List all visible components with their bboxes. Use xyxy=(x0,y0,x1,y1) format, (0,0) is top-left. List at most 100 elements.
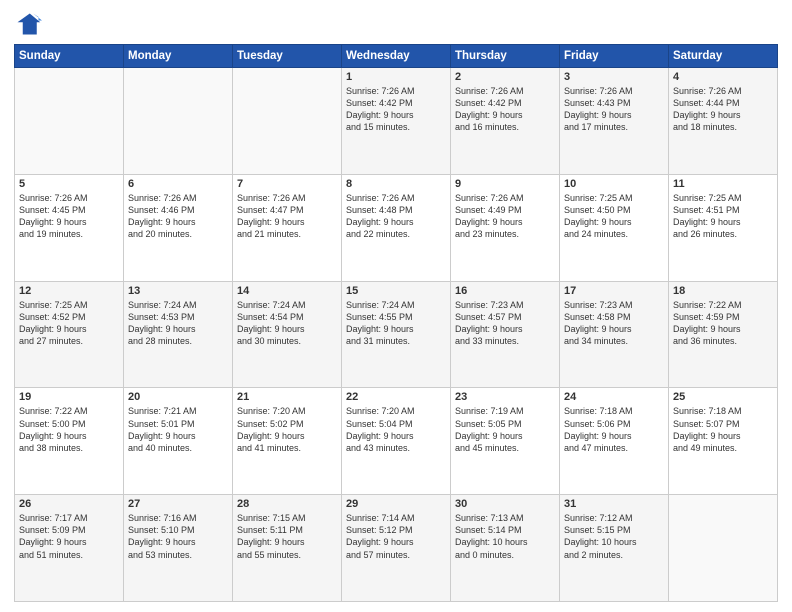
day-number: 10 xyxy=(564,178,664,190)
calendar-cell: 6 Sunrise: 7:26 AM Sunset: 4:46 PM Daylig… xyxy=(124,174,233,281)
day-number: 28 xyxy=(237,498,337,510)
day-info: Sunrise: 7:14 AM Sunset: 5:12 PM Dayligh… xyxy=(346,512,446,561)
day-number: 13 xyxy=(128,285,228,297)
calendar-header: SundayMondayTuesdayWednesdayThursdayFrid… xyxy=(15,45,778,68)
header xyxy=(14,10,778,38)
day-number: 19 xyxy=(19,391,119,403)
calendar-cell: 19Sunrise: 7:22 AM Sunset: 5:00 PM Dayli… xyxy=(15,388,124,495)
day-info: Sunrise: 7:26 AM Sunset: 4:46 PM Dayligh… xyxy=(128,192,228,241)
day-number: 3 xyxy=(564,71,664,83)
day-number: 26 xyxy=(19,498,119,510)
calendar-cell: 24Sunrise: 7:18 AM Sunset: 5:06 PM Dayli… xyxy=(560,388,669,495)
calendar-table: SundayMondayTuesdayWednesdayThursdayFrid… xyxy=(14,44,778,602)
calendar-cell: 20 Sunrise: 7:21 AM Sunset: 5:01 PM Dayli… xyxy=(124,388,233,495)
calendar-cell: 21 Sunrise: 7:20 AM Sunset: 5:02 PM Dayli… xyxy=(233,388,342,495)
day-number: 22 xyxy=(346,391,446,403)
day-info: Sunrise: 7:12 AM Sunset: 5:15 PM Dayligh… xyxy=(564,512,664,561)
calendar-cell: 31Sunrise: 7:12 AM Sunset: 5:15 PM Dayli… xyxy=(560,495,669,602)
calendar-cell: 7Sunrise: 7:26 AM Sunset: 4:47 PM Daylig… xyxy=(233,174,342,281)
day-number: 9 xyxy=(455,178,555,190)
calendar-cell: 29 Sunrise: 7:14 AM Sunset: 5:12 PM Dayli… xyxy=(342,495,451,602)
calendar-cell: 17 Sunrise: 7:23 AM Sunset: 4:58 PM Dayli… xyxy=(560,281,669,388)
day-info: Sunrise: 7:26 AM Sunset: 4:42 PM Dayligh… xyxy=(455,85,555,134)
day-info: Sunrise: 7:26 AM Sunset: 4:43 PM Dayligh… xyxy=(564,85,664,134)
day-number: 14 xyxy=(237,285,337,297)
day-number: 23 xyxy=(455,391,555,403)
day-info: Sunrise: 7:26 AM Sunset: 4:44 PM Dayligh… xyxy=(673,85,773,134)
calendar-cell: 23 Sunrise: 7:19 AM Sunset: 5:05 PM Dayli… xyxy=(451,388,560,495)
day-info: Sunrise: 7:26 AM Sunset: 4:42 PM Dayligh… xyxy=(346,85,446,134)
calendar-cell: 11 Sunrise: 7:25 AM Sunset: 4:51 PM Dayli… xyxy=(669,174,778,281)
logo-icon xyxy=(14,10,42,38)
weekday-header-saturday: Saturday xyxy=(669,45,778,68)
day-info: Sunrise: 7:17 AM Sunset: 5:09 PM Dayligh… xyxy=(19,512,119,561)
calendar-week-2: 5Sunrise: 7:26 AM Sunset: 4:45 PM Daylig… xyxy=(15,174,778,281)
calendar-body: 1Sunrise: 7:26 AM Sunset: 4:42 PM Daylig… xyxy=(15,68,778,602)
day-number: 6 xyxy=(128,178,228,190)
weekday-header-row: SundayMondayTuesdayWednesdayThursdayFrid… xyxy=(15,45,778,68)
weekday-header-wednesday: Wednesday xyxy=(342,45,451,68)
calendar-cell: 8 Sunrise: 7:26 AM Sunset: 4:48 PM Daylig… xyxy=(342,174,451,281)
calendar-cell: 4 Sunrise: 7:26 AM Sunset: 4:44 PM Daylig… xyxy=(669,68,778,175)
calendar-week-5: 26 Sunrise: 7:17 AM Sunset: 5:09 PM Dayli… xyxy=(15,495,778,602)
weekday-header-friday: Friday xyxy=(560,45,669,68)
day-info: Sunrise: 7:25 AM Sunset: 4:51 PM Dayligh… xyxy=(673,192,773,241)
day-info: Sunrise: 7:22 AM Sunset: 4:59 PM Dayligh… xyxy=(673,299,773,348)
day-number: 20 xyxy=(128,391,228,403)
calendar-cell: 14 Sunrise: 7:24 AM Sunset: 4:54 PM Dayli… xyxy=(233,281,342,388)
calendar-cell: 9 Sunrise: 7:26 AM Sunset: 4:49 PM Daylig… xyxy=(451,174,560,281)
calendar-cell: 16 Sunrise: 7:23 AM Sunset: 4:57 PM Dayli… xyxy=(451,281,560,388)
page: SundayMondayTuesdayWednesdayThursdayFrid… xyxy=(0,0,792,612)
calendar-cell: 2 Sunrise: 7:26 AM Sunset: 4:42 PM Daylig… xyxy=(451,68,560,175)
calendar-week-3: 12 Sunrise: 7:25 AM Sunset: 4:52 PM Dayli… xyxy=(15,281,778,388)
day-number: 30 xyxy=(455,498,555,510)
day-number: 18 xyxy=(673,285,773,297)
day-info: Sunrise: 7:24 AM Sunset: 4:54 PM Dayligh… xyxy=(237,299,337,348)
calendar-cell: 28 Sunrise: 7:15 AM Sunset: 5:11 PM Dayli… xyxy=(233,495,342,602)
day-info: Sunrise: 7:21 AM Sunset: 5:01 PM Dayligh… xyxy=(128,405,228,454)
calendar-week-4: 19Sunrise: 7:22 AM Sunset: 5:00 PM Dayli… xyxy=(15,388,778,495)
calendar-cell: 15Sunrise: 7:24 AM Sunset: 4:55 PM Dayli… xyxy=(342,281,451,388)
logo xyxy=(14,10,46,38)
calendar-cell: 25Sunrise: 7:18 AM Sunset: 5:07 PM Dayli… xyxy=(669,388,778,495)
day-info: Sunrise: 7:13 AM Sunset: 5:14 PM Dayligh… xyxy=(455,512,555,561)
day-info: Sunrise: 7:15 AM Sunset: 5:11 PM Dayligh… xyxy=(237,512,337,561)
day-number: 12 xyxy=(19,285,119,297)
day-number: 16 xyxy=(455,285,555,297)
weekday-header-tuesday: Tuesday xyxy=(233,45,342,68)
calendar-cell xyxy=(124,68,233,175)
weekday-header-sunday: Sunday xyxy=(15,45,124,68)
day-info: Sunrise: 7:19 AM Sunset: 5:05 PM Dayligh… xyxy=(455,405,555,454)
day-info: Sunrise: 7:23 AM Sunset: 4:57 PM Dayligh… xyxy=(455,299,555,348)
weekday-header-monday: Monday xyxy=(124,45,233,68)
day-number: 11 xyxy=(673,178,773,190)
day-number: 27 xyxy=(128,498,228,510)
calendar-cell xyxy=(233,68,342,175)
calendar-cell: 10 Sunrise: 7:25 AM Sunset: 4:50 PM Dayli… xyxy=(560,174,669,281)
calendar-cell: 1Sunrise: 7:26 AM Sunset: 4:42 PM Daylig… xyxy=(342,68,451,175)
calendar-cell: 13Sunrise: 7:24 AM Sunset: 4:53 PM Dayli… xyxy=(124,281,233,388)
weekday-header-thursday: Thursday xyxy=(451,45,560,68)
calendar-cell: 18 Sunrise: 7:22 AM Sunset: 4:59 PM Dayli… xyxy=(669,281,778,388)
day-info: Sunrise: 7:26 AM Sunset: 4:49 PM Dayligh… xyxy=(455,192,555,241)
day-number: 29 xyxy=(346,498,446,510)
day-number: 17 xyxy=(564,285,664,297)
day-info: Sunrise: 7:26 AM Sunset: 4:48 PM Dayligh… xyxy=(346,192,446,241)
calendar-cell: 12 Sunrise: 7:25 AM Sunset: 4:52 PM Dayli… xyxy=(15,281,124,388)
calendar-cell: 27Sunrise: 7:16 AM Sunset: 5:10 PM Dayli… xyxy=(124,495,233,602)
day-info: Sunrise: 7:18 AM Sunset: 5:07 PM Dayligh… xyxy=(673,405,773,454)
day-info: Sunrise: 7:25 AM Sunset: 4:50 PM Dayligh… xyxy=(564,192,664,241)
calendar-cell xyxy=(15,68,124,175)
day-info: Sunrise: 7:24 AM Sunset: 4:55 PM Dayligh… xyxy=(346,299,446,348)
day-number: 4 xyxy=(673,71,773,83)
day-info: Sunrise: 7:20 AM Sunset: 5:02 PM Dayligh… xyxy=(237,405,337,454)
day-number: 2 xyxy=(455,71,555,83)
calendar-cell: 5Sunrise: 7:26 AM Sunset: 4:45 PM Daylig… xyxy=(15,174,124,281)
day-number: 24 xyxy=(564,391,664,403)
day-info: Sunrise: 7:25 AM Sunset: 4:52 PM Dayligh… xyxy=(19,299,119,348)
day-number: 8 xyxy=(346,178,446,190)
day-number: 5 xyxy=(19,178,119,190)
day-info: Sunrise: 7:23 AM Sunset: 4:58 PM Dayligh… xyxy=(564,299,664,348)
day-number: 7 xyxy=(237,178,337,190)
day-number: 21 xyxy=(237,391,337,403)
